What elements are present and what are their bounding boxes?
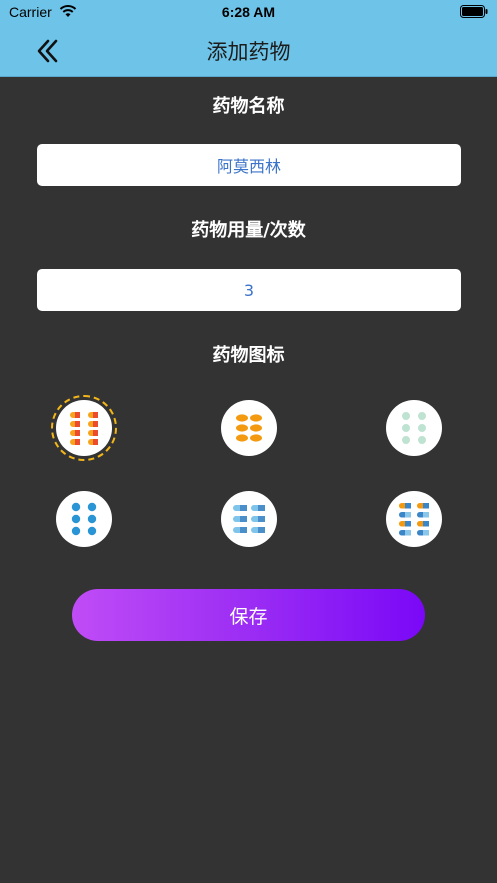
dosage-label: 药物用量/次数 (191, 220, 306, 241)
pill-option-1[interactable] (51, 395, 117, 461)
orange-red-capsules-icon (70, 412, 98, 445)
orange-blue-capsules-icon (399, 503, 429, 536)
save-button[interactable]: 保存 (72, 589, 425, 641)
medicine-name-input[interactable] (37, 144, 461, 186)
pill-option-3[interactable] (386, 400, 442, 456)
status-time: 6:28 AM (221, 4, 276, 20)
pill-option-5[interactable] (221, 491, 277, 547)
dosage-input[interactable] (37, 269, 461, 311)
pill-option-2[interactable] (221, 400, 277, 456)
blue-dots-icon (71, 502, 97, 536)
status-bar: Carrier 6:28 AM (0, 0, 497, 26)
page-title: 添加药物 (206, 40, 291, 64)
nav-header: Carrier 6:28 AM 添加药物 (0, 0, 497, 77)
medicine-icon-label: 药物图标 (212, 345, 285, 366)
mint-dots-icon (402, 412, 426, 444)
pill-option-6[interactable] (386, 491, 442, 547)
battery-icon (460, 5, 488, 18)
medicine-name-label: 药物名称 (212, 96, 285, 117)
orange-tablets-icon (236, 414, 262, 442)
blue-capsules-icon (233, 505, 265, 533)
pill-option-4[interactable] (56, 491, 112, 547)
